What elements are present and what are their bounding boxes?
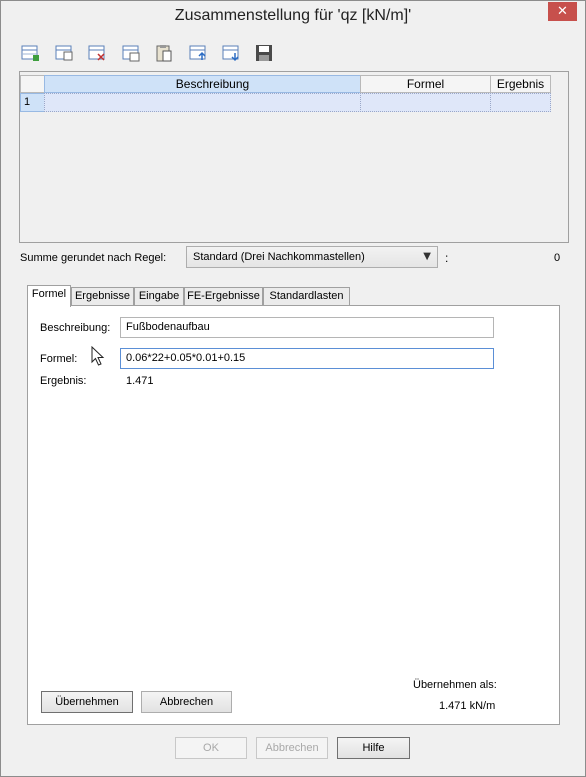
paste-icon [156, 45, 172, 62]
cancel-formula-button[interactable]: Abbrechen [141, 691, 232, 713]
export-button[interactable] [220, 43, 244, 65]
tab-standardlasten[interactable]: Standardlasten [263, 287, 350, 306]
copy-row-button[interactable] [53, 43, 77, 65]
column-header-ergebnis[interactable]: Ergebnis [490, 75, 551, 93]
dialog-window: Zusammenstellung für 'qz [kN/m]' ✕ Besch… [0, 0, 586, 777]
tab-ergebnisse[interactable]: Ergebnisse [71, 287, 134, 306]
chevron-down-icon: ▼ [423, 251, 431, 262]
delete-row-button[interactable] [86, 43, 110, 65]
formula-input[interactable]: 0.06*22+0.05*0.01+0.15 [120, 348, 494, 369]
adopt-as-value: 1.471 kN/m [439, 700, 496, 712]
save-icon [256, 45, 272, 61]
close-icon: ✕ [557, 4, 568, 19]
items-grid[interactable]: Beschreibung Formel Ergebnis 1 [19, 71, 569, 243]
copy-table-button[interactable] [120, 43, 144, 65]
import-icon [189, 45, 206, 60]
tab-eingabe[interactable]: Eingabe [134, 287, 184, 306]
result-value: 1.471 [126, 375, 154, 387]
title-bar[interactable]: Zusammenstellung für 'qz [kN/m]' ✕ [1, 1, 585, 33]
adopt-button[interactable]: Übernehmen [41, 691, 133, 713]
close-button[interactable]: ✕ [548, 2, 577, 21]
rounding-rule-value: Standard (Drei Nachkommastellen) [193, 251, 365, 263]
result-label: Ergebnis: [40, 375, 87, 387]
delete-row-icon [88, 45, 105, 61]
import-button[interactable] [187, 43, 211, 65]
column-header-beschreibung[interactable]: Beschreibung [44, 75, 381, 93]
formula-label: Formel: [40, 353, 78, 365]
copy-table-icon [122, 45, 140, 62]
rounding-rule-label: Summe gerundet nach Regel: [20, 252, 167, 264]
help-button[interactable]: Hilfe [337, 737, 410, 759]
save-button[interactable] [253, 43, 277, 65]
ok-button[interactable]: OK [175, 737, 247, 759]
row-number-header [20, 75, 45, 93]
mouse-pointer-icon [91, 345, 105, 369]
window-title: Zusammenstellung für 'qz [kN/m]' [174, 7, 412, 24]
cell-ergebnis[interactable] [490, 93, 551, 112]
column-header-formel[interactable]: Formel [360, 75, 491, 93]
cell-formel[interactable] [360, 93, 491, 112]
sum-value: 0 [554, 252, 561, 264]
row-number[interactable]: 1 [20, 93, 45, 112]
add-row-icon [21, 45, 39, 61]
export-icon [222, 45, 239, 62]
tab-formel[interactable]: Formel [27, 285, 71, 307]
cell-beschreibung[interactable] [44, 93, 361, 112]
copy-row-icon [55, 45, 73, 61]
add-row-button[interactable] [19, 43, 43, 65]
tab-fe-ergebnisse[interactable]: FE-Ergebnisse [184, 287, 263, 306]
description-input[interactable]: Fußbodenaufbau [120, 317, 494, 338]
paste-button[interactable] [153, 43, 177, 65]
description-label: Beschreibung: [40, 322, 111, 334]
sum-colon: : [445, 251, 449, 265]
adopt-as-label: Übernehmen als: [413, 679, 497, 691]
rounding-rule-select[interactable]: Standard (Drei Nachkommastellen) ▼ [186, 246, 438, 268]
cancel-button[interactable]: Abbrechen [256, 737, 328, 759]
